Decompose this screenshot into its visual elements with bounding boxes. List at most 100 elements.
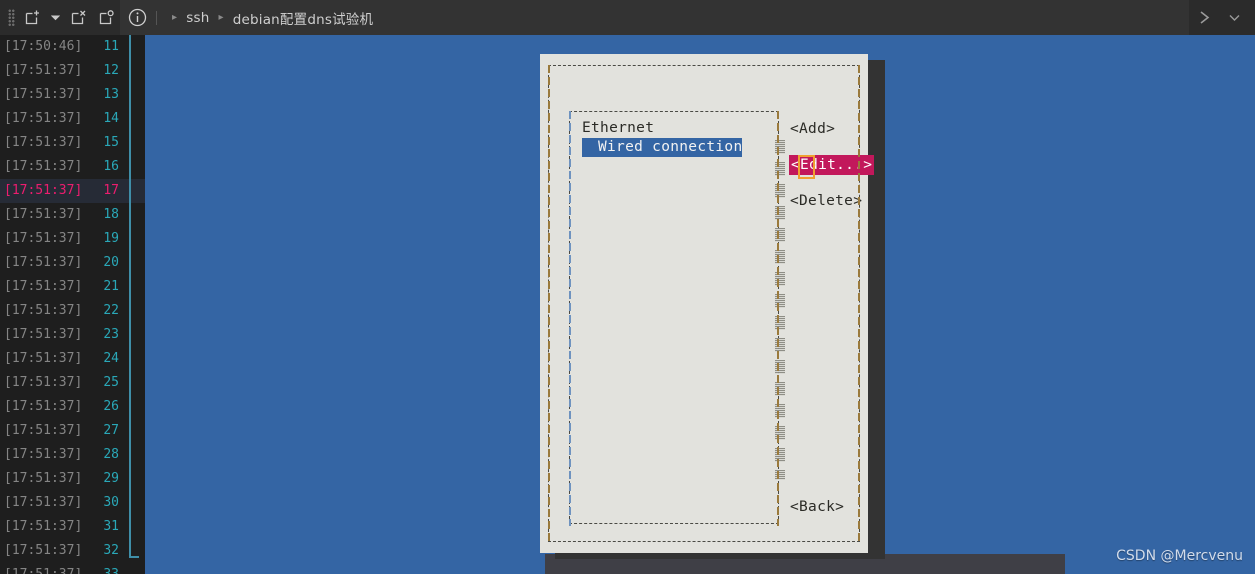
new-tab-dropdown-icon[interactable]	[47, 5, 63, 31]
log-line-number: 24	[103, 351, 119, 366]
grip-handle[interactable]	[4, 0, 18, 35]
log-row[interactable]: [17:51:37] 12	[0, 59, 145, 83]
log-row[interactable]: [17:51:37] 17	[0, 179, 145, 203]
log-row[interactable]: [17:51:37] 13	[0, 83, 145, 107]
log-line-number: 19	[103, 231, 119, 246]
log-timestamp: [17:51:37]	[4, 327, 83, 342]
nmtui-dialog: Ethernet Wired connection 1 <Add> <Edit.…	[540, 54, 875, 553]
log-row[interactable]: [17:51:37] 22	[0, 299, 145, 323]
breadcrumb: ▸ ssh ▸ debian配置dns试验机	[154, 0, 1189, 35]
log-row[interactable]: [17:51:37] 18	[0, 203, 145, 227]
log-timestamp: [17:51:37]	[4, 279, 83, 294]
top-toolbar: ▸ ssh ▸ debian配置dns试验机	[0, 0, 1255, 35]
log-line-number: 26	[103, 399, 119, 414]
log-line-number: 25	[103, 375, 119, 390]
delete-button[interactable]: <Delete>	[789, 191, 863, 211]
log-panel[interactable]: [17:50:46] 11 [17:51:37] 12 [17:51:37] 13 [17:…	[0, 35, 145, 574]
log-line-number: 17	[103, 183, 119, 198]
log-row[interactable]: [17:51:37] 16	[0, 155, 145, 179]
new-tab-icon[interactable]	[19, 5, 45, 31]
log-timestamp: [17:51:37]	[4, 183, 83, 198]
list-scrollbar[interactable]	[775, 140, 785, 480]
close-tab-icon[interactable]	[65, 5, 91, 31]
dialog-frame: Ethernet Wired connection 1 <Add> <Edit.…	[548, 65, 875, 544]
breadcrumb-arrow-icon: ▸	[172, 12, 178, 23]
log-timestamp: [17:50:46]	[4, 39, 83, 54]
log-timestamp: [17:51:37]	[4, 207, 83, 222]
log-timestamp: [17:51:37]	[4, 471, 83, 486]
log-row-list: [17:50:46] 11 [17:51:37] 12 [17:51:37] 13 [17:…	[0, 35, 145, 574]
terminal-view[interactable]: Ethernet Wired connection 1 <Add> <Edit.…	[145, 35, 1255, 574]
log-row[interactable]: [17:51:37] 29	[0, 467, 145, 491]
breadcrumb-item-ssh[interactable]: ssh	[186, 10, 209, 26]
watermark: CSDN @Mercvenu	[1116, 548, 1243, 564]
log-line-number: 27	[103, 423, 119, 438]
log-timestamp: [17:51:37]	[4, 543, 83, 558]
log-row[interactable]: [17:51:37] 28	[0, 443, 145, 467]
log-row[interactable]: [17:51:37] 30	[0, 491, 145, 515]
log-line-number: 22	[103, 303, 119, 318]
log-row[interactable]: [17:51:37] 25	[0, 371, 145, 395]
log-row[interactable]: [17:51:37] 31	[0, 515, 145, 539]
edit-button-cursor: E	[798, 155, 816, 179]
connection-list-item-selected[interactable]: Wired connection 1	[582, 138, 742, 157]
add-button[interactable]: <Add>	[789, 119, 836, 139]
log-row[interactable]: [17:51:37] 15	[0, 131, 145, 155]
log-timestamp: [17:51:37]	[4, 303, 83, 318]
log-timestamp: [17:51:37]	[4, 63, 83, 78]
log-scroll-indicator[interactable]	[129, 35, 139, 558]
log-row[interactable]: [17:51:37] 14	[0, 107, 145, 131]
edit-button[interactable]: <Edit...>	[789, 155, 875, 179]
log-timestamp: [17:51:37]	[4, 231, 83, 246]
log-row[interactable]: [17:51:37]33	[0, 563, 145, 574]
log-timestamp: [17:51:37]	[4, 423, 83, 438]
toolbar-right-actions	[1189, 0, 1255, 35]
log-line-number: 12	[103, 63, 119, 78]
chevron-right-icon[interactable]	[1190, 5, 1218, 31]
app-root: ▸ ssh ▸ debian配置dns试验机 [17:50:46] 11 [17:5…	[0, 0, 1255, 574]
connection-list-box[interactable]: Ethernet Wired connection 1	[569, 111, 785, 526]
connection-group-label: Ethernet	[582, 120, 655, 136]
log-timestamp: [17:51:37]	[4, 519, 83, 534]
log-row[interactable]: [17:51:37] 32	[0, 539, 145, 563]
log-line-number: 32	[103, 543, 119, 558]
log-timestamp: [17:51:37]	[4, 159, 83, 174]
edit-button-suffix: dit...>	[809, 157, 873, 173]
log-line-number: 18	[103, 207, 119, 222]
log-line-number: 33	[82, 563, 145, 574]
log-timestamp: [17:51:37]	[4, 447, 83, 462]
log-timestamp: [17:51:37]	[4, 135, 83, 150]
log-row[interactable]: [17:51:37] 19	[0, 227, 145, 251]
breadcrumb-divider	[156, 10, 157, 25]
log-timestamp: [17:51:37]	[4, 255, 83, 270]
log-line-number: 11	[103, 39, 119, 54]
log-row[interactable]: [17:51:37] 24	[0, 347, 145, 371]
log-row[interactable]: [17:50:46] 11	[0, 35, 145, 59]
chevron-down-icon[interactable]	[1220, 5, 1248, 31]
breadcrumb-item-session[interactable]: debian配置dns试验机	[233, 8, 373, 28]
log-line-number: 20	[103, 255, 119, 270]
log-line-number: 21	[103, 279, 119, 294]
log-timestamp: [17:51:37]	[4, 111, 83, 126]
log-row[interactable]: [17:51:37] 20	[0, 251, 145, 275]
grip-dots-icon	[7, 9, 15, 26]
back-button[interactable]: <Back>	[789, 497, 845, 517]
log-line-number: 28	[103, 447, 119, 462]
log-line-number: 13	[103, 87, 119, 102]
log-timestamp: [17:51:37]	[4, 87, 83, 102]
info-icon[interactable]	[120, 0, 154, 35]
log-timestamp: [17:51:37]	[4, 375, 83, 390]
log-timestamp: [17:51:37]	[0, 563, 82, 574]
log-timestamp: [17:51:37]	[4, 399, 83, 414]
log-line-number: 31	[103, 519, 119, 534]
log-row[interactable]: [17:51:37] 21	[0, 275, 145, 299]
log-row[interactable]: [17:51:37] 27	[0, 419, 145, 443]
duplicate-tab-icon[interactable]	[93, 5, 119, 31]
log-row[interactable]: [17:51:37] 26	[0, 395, 145, 419]
log-line-number: 23	[103, 327, 119, 342]
log-timestamp: [17:51:37]	[4, 495, 83, 510]
log-line-number: 14	[103, 111, 119, 126]
log-row[interactable]: [17:51:37] 23	[0, 323, 145, 347]
log-timestamp: [17:51:37]	[4, 351, 83, 366]
log-line-number: 16	[103, 159, 119, 174]
